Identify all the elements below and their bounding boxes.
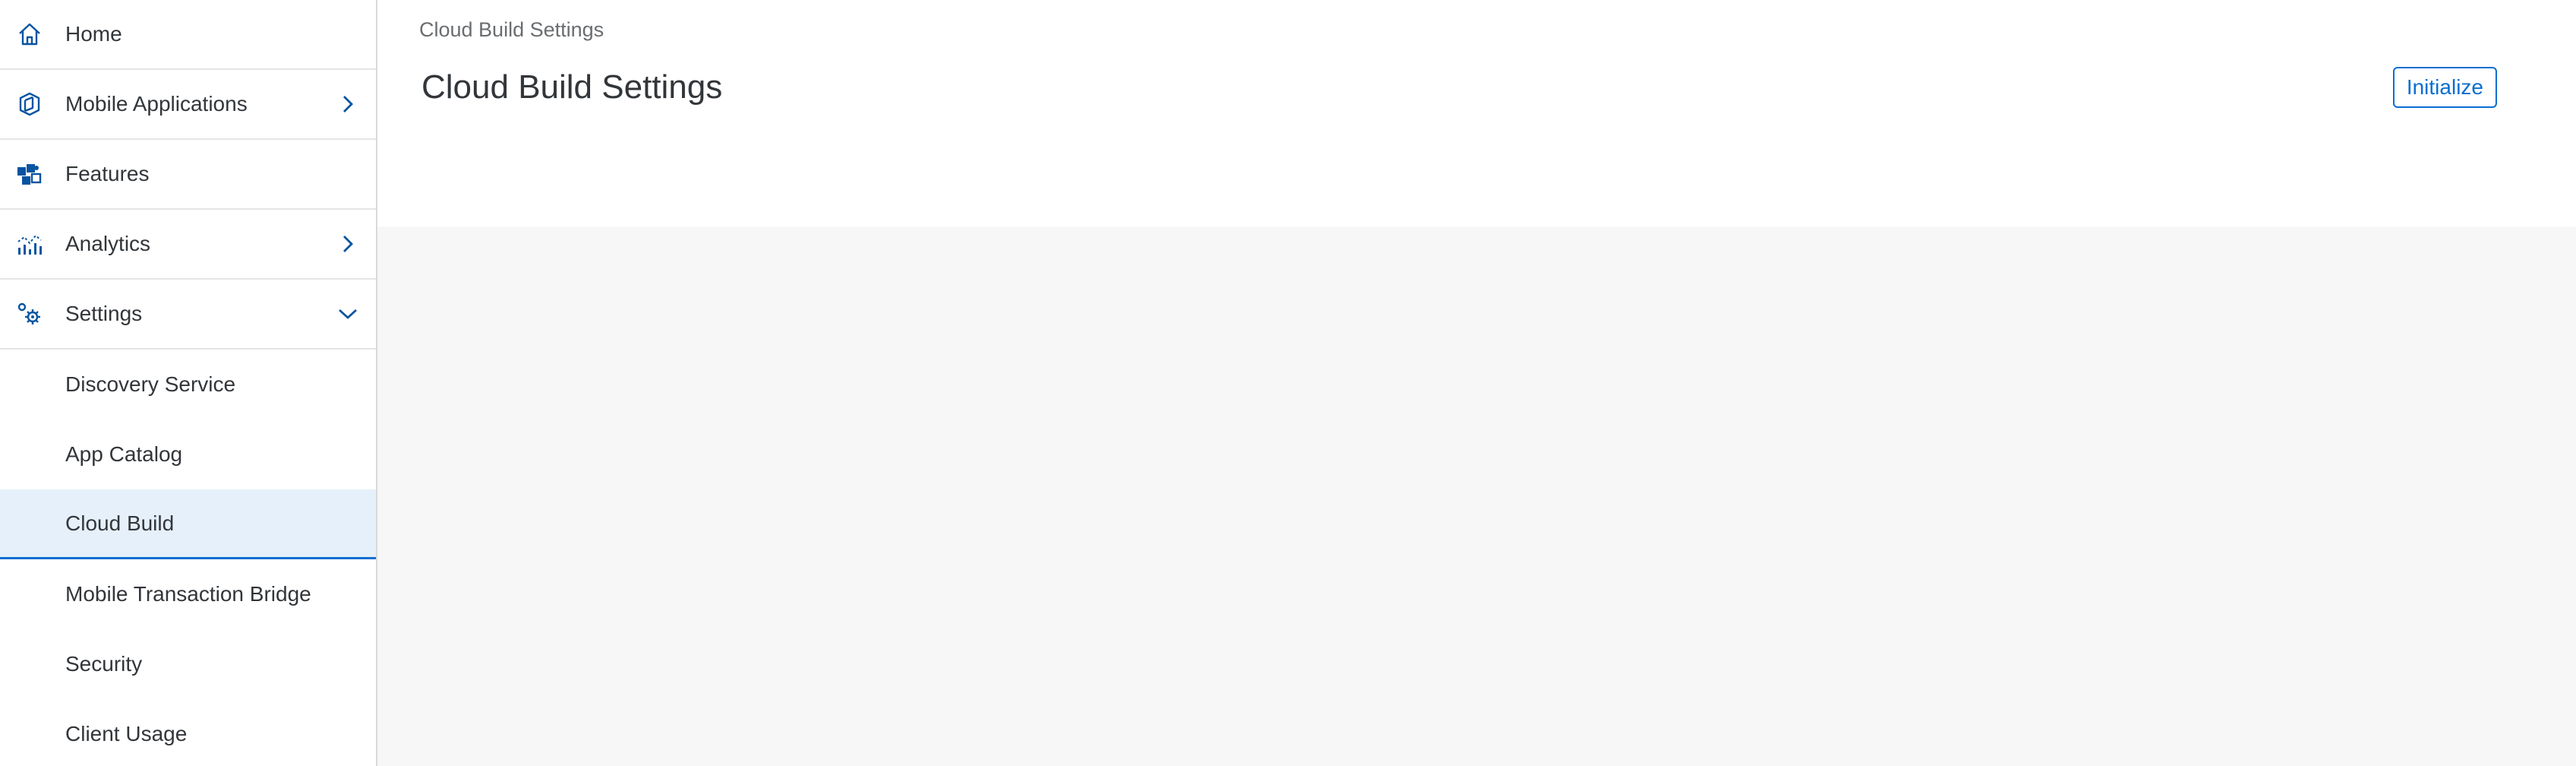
page-header: Cloud Build Settings Cloud Build Setting… [377,0,2576,226]
chevron-right-icon[interactable] [336,93,359,116]
main-area: Cloud Build Settings Cloud Build Setting… [377,0,2576,766]
mobile-apps-icon [15,90,44,119]
sidebar-subitem-cloud-build[interactable]: Cloud Build [0,489,376,559]
sidebar-item-features[interactable]: Features [0,140,376,210]
chevron-down-icon[interactable] [336,302,359,325]
sidebar-subitem-mobile-transaction-bridge[interactable]: Mobile Transaction Bridge [0,559,376,629]
initialize-button[interactable]: Initialize [2392,67,2497,108]
sidebar: Home Mobile Applications Features Analyt… [0,0,377,766]
breadcrumb[interactable]: Cloud Build Settings [419,18,604,42]
analytics-icon [15,229,44,258]
sidebar-subitem-label: Security [65,652,143,676]
content-area [377,226,2576,766]
sidebar-subitem-security[interactable]: Security [0,629,376,699]
sidebar-item-label: Mobile Applications [65,92,248,116]
features-icon [15,160,44,188]
sidebar-subitem-label: Discovery Service [65,372,236,396]
sidebar-item-label: Analytics [65,232,151,255]
sidebar-subitem-app-catalog[interactable]: App Catalog [0,419,376,489]
sidebar-subitem-client-usage[interactable]: Client Usage [0,699,376,766]
sidebar-subitem-discovery-service[interactable]: Discovery Service [0,350,376,419]
sidebar-item-settings[interactable]: Settings [0,280,376,350]
app-root: Home Mobile Applications Features Analyt… [0,0,2576,766]
sidebar-subitem-label: Cloud Build [65,511,175,535]
sidebar-subitem-label: App Catalog [65,442,183,466]
settings-icon [15,299,44,328]
chevron-right-icon[interactable] [336,233,359,255]
sidebar-subitem-label: Client Usage [65,722,188,745]
page-title: Cloud Build Settings [421,68,723,106]
sidebar-item-mobile-applications[interactable]: Mobile Applications [0,70,376,140]
sidebar-item-label: Features [65,162,150,185]
sidebar-subitem-label: Mobile Transaction Bridge [65,582,311,606]
home-icon [15,20,44,49]
sidebar-item-label: Home [65,22,122,46]
sidebar-item-home[interactable]: Home [0,0,376,70]
sidebar-item-analytics[interactable]: Analytics [0,210,376,280]
sidebar-item-label: Settings [65,302,143,325]
